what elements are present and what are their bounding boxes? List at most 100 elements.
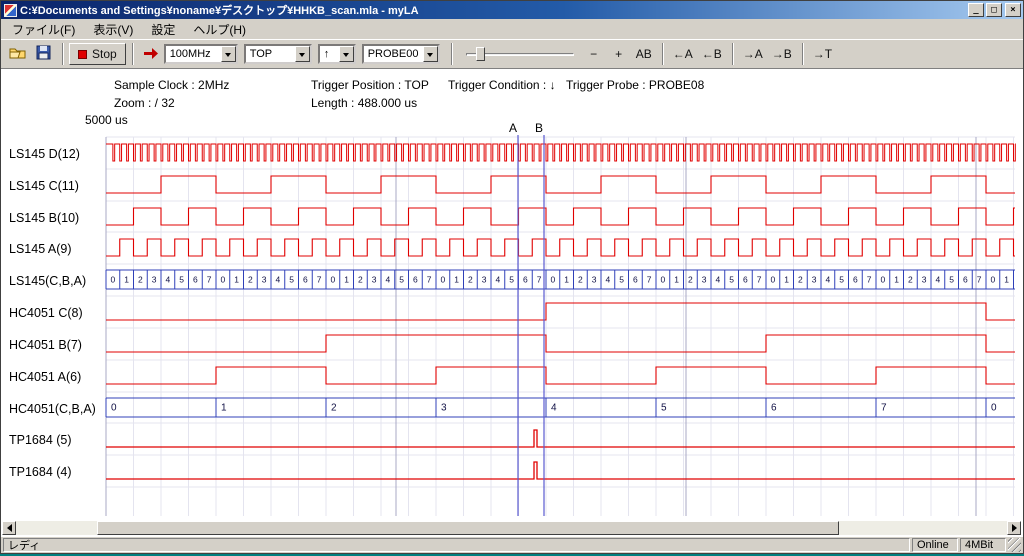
toolbar-separator: [132, 43, 134, 65]
svg-text:4: 4: [166, 275, 171, 285]
open-button[interactable]: [5, 43, 31, 65]
svg-text:TP1684 (4): TP1684 (4): [9, 465, 72, 479]
svg-text:0: 0: [991, 275, 996, 285]
svg-text:5: 5: [179, 275, 184, 285]
svg-text:4: 4: [276, 275, 281, 285]
svg-text:0: 0: [111, 275, 116, 285]
sample-rate-select[interactable]: 100MHz: [164, 44, 238, 64]
svg-text:LS145(C,B,A): LS145(C,B,A): [9, 274, 86, 288]
svg-text:5: 5: [839, 275, 844, 285]
sample-clock-text: Sample Clock : 2MHz: [114, 78, 229, 92]
svg-text:2: 2: [331, 403, 337, 414]
svg-text:0: 0: [771, 275, 776, 285]
sample-rate-value: 100MHz: [170, 48, 211, 60]
stop-icon: [78, 50, 87, 59]
svg-text:7: 7: [867, 275, 872, 285]
svg-text:1: 1: [234, 275, 239, 285]
zoom-in-button[interactable]: +: [607, 43, 631, 65]
dropdown-arrow-icon[interactable]: [295, 46, 310, 62]
svg-text:7: 7: [537, 275, 542, 285]
svg-text:1: 1: [674, 275, 679, 285]
svg-text:0: 0: [661, 275, 666, 285]
titlebar[interactable]: C:¥Documents and Settings¥noname¥デスクトップ¥…: [1, 1, 1023, 19]
svg-text:2: 2: [468, 275, 473, 285]
menu-help[interactable]: ヘルプ(H): [184, 19, 255, 40]
zoom-ab-button[interactable]: AB: [632, 43, 656, 65]
svg-text:B: B: [535, 121, 543, 135]
zoom-slider-thumb[interactable]: [476, 47, 485, 61]
trigger-position-text: Trigger Position : TOP: [311, 78, 429, 92]
zoom-out-button[interactable]: −: [582, 43, 606, 65]
svg-text:HC4051(C,B,A): HC4051(C,B,A): [9, 402, 96, 416]
horizontal-scrollbar[interactable]: [2, 521, 1021, 535]
svg-text:6: 6: [193, 275, 198, 285]
trigger-position-select[interactable]: TOP: [244, 44, 312, 64]
svg-text:0: 0: [551, 275, 556, 285]
cursor-b-set-button[interactable]: ←B: [698, 43, 726, 65]
trigger-edge-select[interactable]: ↑: [318, 44, 356, 64]
svg-text:3: 3: [441, 403, 447, 414]
svg-text:3: 3: [372, 275, 377, 285]
menu-view[interactable]: 表示(V): [84, 19, 142, 40]
toolbar-separator: [732, 43, 734, 65]
svg-text:0: 0: [111, 403, 117, 414]
open-folder-icon: [9, 45, 27, 63]
goto-cursor-a-button[interactable]: →A: [739, 43, 767, 65]
svg-text:3: 3: [262, 275, 267, 285]
menu-file[interactable]: ファイル(F): [3, 19, 84, 40]
svg-text:5: 5: [289, 275, 294, 285]
waveform-display[interactable]: LS145 D(12)LS145 C(11)LS145 B(10)LS145 A…: [1, 119, 1023, 519]
dropdown-arrow-icon[interactable]: [339, 46, 354, 62]
svg-text:5: 5: [729, 275, 734, 285]
menubar: ファイル(F) 表示(V) 設定 ヘルプ(H): [1, 19, 1023, 39]
svg-text:0: 0: [881, 275, 886, 285]
svg-text:1: 1: [564, 275, 569, 285]
toolbar-separator: [662, 43, 664, 65]
dropdown-arrow-icon[interactable]: [221, 46, 236, 62]
status-ready-text: レディ: [3, 538, 910, 552]
svg-text:5: 5: [949, 275, 954, 285]
svg-text:3: 3: [812, 275, 817, 285]
goto-cursor-b-button[interactable]: →B: [768, 43, 796, 65]
svg-text:HC4051 C(8): HC4051 C(8): [9, 306, 83, 320]
minimize-button[interactable]: _: [968, 3, 984, 17]
cursor-a-set-button[interactable]: ←A: [669, 43, 697, 65]
trigger-condition-text: Trigger Condition : ↓: [448, 78, 556, 92]
svg-text:0: 0: [331, 275, 336, 285]
svg-text:4: 4: [551, 403, 557, 414]
goto-trigger-button[interactable]: →T: [809, 43, 836, 65]
svg-text:5: 5: [509, 275, 514, 285]
app-window: C:¥Documents and Settings¥noname¥デスクトップ¥…: [0, 0, 1024, 554]
zoom-slider[interactable]: [464, 44, 576, 64]
svg-text:4: 4: [496, 275, 501, 285]
svg-text:2: 2: [908, 275, 913, 285]
svg-text:1: 1: [454, 275, 459, 285]
save-button[interactable]: [32, 43, 56, 65]
scroll-left-button[interactable]: [2, 521, 16, 535]
svg-text:6: 6: [413, 275, 418, 285]
svg-text:6: 6: [771, 403, 777, 414]
svg-text:5: 5: [399, 275, 404, 285]
svg-text:7: 7: [757, 275, 762, 285]
close-button[interactable]: ×: [1005, 3, 1021, 17]
run-button[interactable]: [139, 43, 163, 65]
svg-text:6: 6: [303, 275, 308, 285]
svg-text:7: 7: [207, 275, 212, 285]
maximize-button[interactable]: □: [986, 3, 1002, 17]
toolbar-separator: [62, 43, 64, 65]
stop-button[interactable]: Stop: [69, 43, 126, 65]
probe-value: PROBE00: [368, 48, 419, 60]
dropdown-arrow-icon[interactable]: [423, 46, 438, 62]
scrollbar-thumb[interactable]: [97, 521, 839, 535]
toolbar-separator: [451, 43, 453, 65]
svg-text:HC4051 A(6): HC4051 A(6): [9, 370, 81, 384]
probe-select[interactable]: PROBE00: [362, 44, 440, 64]
svg-text:7: 7: [317, 275, 322, 285]
zoom-text: Zoom : / 32: [114, 96, 175, 110]
svg-text:1: 1: [221, 403, 227, 414]
scroll-right-button[interactable]: [1007, 521, 1021, 535]
resize-grip[interactable]: [1008, 538, 1021, 552]
svg-text:0: 0: [991, 403, 997, 414]
svg-text:3: 3: [152, 275, 157, 285]
menu-settings[interactable]: 設定: [142, 19, 184, 40]
